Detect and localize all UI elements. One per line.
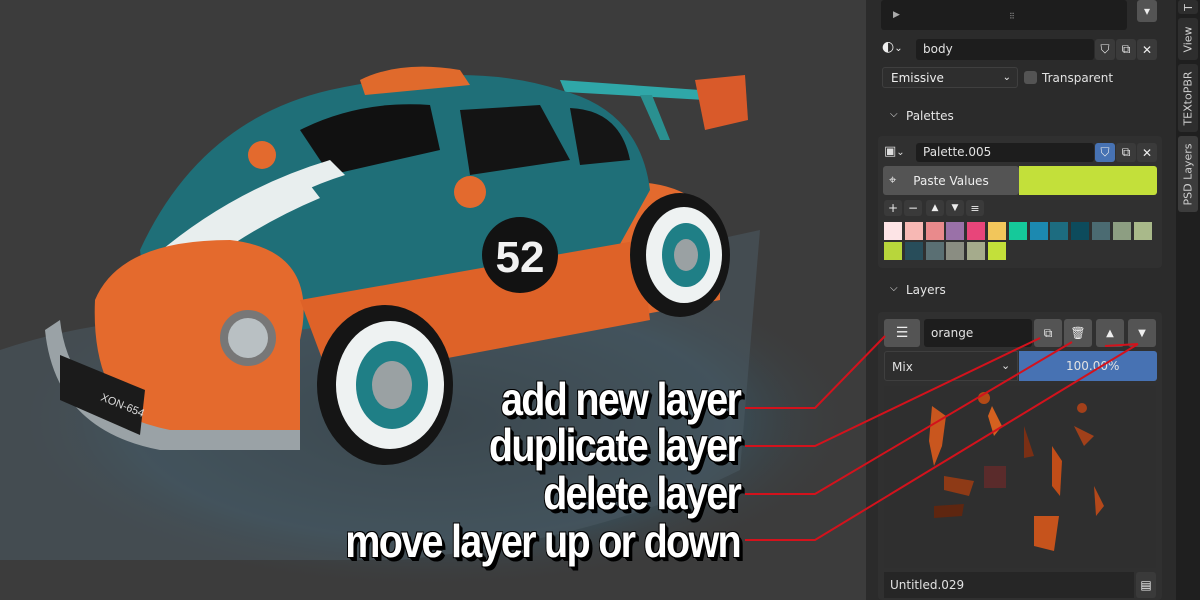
eyedropper-icon: ⌖ bbox=[889, 173, 897, 188]
chevron-down-icon: ⌄ bbox=[1001, 359, 1011, 372]
move-color-down-icon[interactable]: ▼ bbox=[946, 200, 964, 216]
transparent-label: Transparent bbox=[1042, 71, 1114, 85]
palette-swatch[interactable] bbox=[1112, 222, 1131, 240]
palette-swatch[interactable] bbox=[1050, 222, 1069, 240]
palette-swatch[interactable] bbox=[988, 222, 1006, 240]
tab-view-label: View bbox=[1181, 25, 1195, 53]
shader-type-label: Emissive bbox=[891, 70, 944, 85]
palette-swatch[interactable] bbox=[1071, 222, 1090, 240]
layers-header[interactable]: ⌵ Layers bbox=[866, 276, 1176, 304]
paste-values-button[interactable]: ⌖ Paste Values bbox=[883, 166, 1019, 195]
palettes-title: Palettes bbox=[906, 109, 954, 123]
palette-swatch[interactable] bbox=[925, 222, 944, 240]
sidebar-tab-strip: T View TEXtoPBR PSD Layers bbox=[1176, 0, 1200, 600]
palette-swatch[interactable] bbox=[904, 222, 923, 240]
duplicate-icon: ⧉ bbox=[1043, 325, 1053, 340]
transparent-checkbox[interactable] bbox=[1024, 71, 1037, 84]
unlink-palette-icon[interactable]: ✕ bbox=[1137, 143, 1157, 162]
paste-values-label: Paste Values bbox=[913, 173, 989, 188]
tab-t-label: T bbox=[1181, 3, 1195, 11]
tab-view[interactable]: View bbox=[1178, 18, 1198, 60]
delete-layer-button[interactable]: 🗑 bbox=[1064, 319, 1092, 347]
annotation-duplicate-layer: duplicate layer bbox=[488, 419, 742, 471]
add-new-layer-button[interactable]: ☰ bbox=[884, 319, 920, 347]
shader-type-dropdown[interactable]: Emissive ⌄ bbox=[882, 67, 1018, 88]
tab-psd-layers-label: PSD Layers bbox=[1181, 143, 1195, 205]
chevron-down-icon: ⌵ bbox=[890, 283, 898, 294]
image-browse-icon[interactable]: ▤ bbox=[1136, 572, 1156, 598]
palette-swatch[interactable] bbox=[988, 242, 1006, 260]
image-name-field[interactable]: Untitled.029 bbox=[884, 572, 1134, 598]
tab-textopbr-label: TEXtoPBR bbox=[1181, 70, 1195, 126]
palette-swatch[interactable] bbox=[884, 222, 902, 240]
annotation-delete-layer: delete layer bbox=[542, 467, 742, 519]
layers-stack-icon: ☰ bbox=[895, 325, 909, 341]
palette-swatch[interactable] bbox=[967, 242, 986, 260]
duplicate-layer-button[interactable]: ⧉ bbox=[1034, 319, 1062, 347]
layer-preview-image bbox=[884, 386, 1156, 568]
image-name: Untitled.029 bbox=[890, 578, 965, 592]
fake-user-shield-icon[interactable]: ⛉ bbox=[1095, 39, 1115, 60]
move-layer-down-button[interactable]: ▼ bbox=[1128, 319, 1156, 347]
active-color-swatch[interactable] bbox=[1019, 166, 1157, 195]
palette-name: Palette.005 bbox=[923, 145, 992, 159]
tab-textopbr[interactable]: TEXtoPBR bbox=[1178, 64, 1198, 132]
tab-psd-layers[interactable]: PSD Layers bbox=[1178, 136, 1198, 212]
palette-swatch[interactable] bbox=[925, 242, 944, 260]
palette-swatch[interactable] bbox=[1008, 222, 1027, 240]
duplicate-material-icon[interactable]: ⧉ bbox=[1116, 39, 1136, 60]
palette-swatch[interactable] bbox=[946, 222, 965, 240]
arrow-down-icon: ▼ bbox=[1138, 327, 1146, 339]
layers-title: Layers bbox=[906, 283, 946, 297]
move-layer-up-button[interactable]: ▲ bbox=[1096, 319, 1124, 347]
palette-swatch[interactable] bbox=[1133, 222, 1152, 240]
arrow-up-icon: ▲ bbox=[1106, 327, 1114, 339]
resize-grip-icon[interactable]: ⠿ bbox=[1009, 12, 1015, 21]
annotation-move-layer: move layer up or down bbox=[345, 515, 741, 567]
chevron-down-icon: ⌄ bbox=[1002, 72, 1011, 83]
shader-sphere-icon[interactable]: ◐⌄ bbox=[882, 39, 916, 59]
blend-mode-dropdown[interactable]: Mix ⌄ bbox=[884, 351, 1018, 381]
material-name: body bbox=[923, 42, 953, 56]
fake-user-shield-icon[interactable]: ⛉ bbox=[1095, 143, 1115, 162]
sort-colors-icon[interactable]: ≡ bbox=[966, 200, 984, 216]
texture-preview bbox=[929, 392, 1104, 551]
palette-swatch[interactable] bbox=[1092, 222, 1110, 240]
list-dropdown-button[interactable]: ▾ bbox=[1137, 0, 1157, 22]
palette-swatch[interactable] bbox=[1029, 222, 1048, 240]
palette-brush-icon[interactable]: ▣⌄ bbox=[884, 144, 916, 162]
layer-name-field[interactable]: orange bbox=[924, 319, 1032, 347]
chevron-down-icon: ⌵ bbox=[890, 109, 898, 120]
svg-text:52: 52 bbox=[496, 233, 545, 282]
palette-swatch[interactable] bbox=[904, 242, 923, 260]
move-color-up-icon[interactable]: ▲ bbox=[926, 200, 944, 216]
material-name-field[interactable]: body bbox=[916, 39, 1094, 60]
play-icon: ▶ bbox=[893, 10, 900, 20]
material-list[interactable]: ▶ ⠿ bbox=[881, 0, 1127, 30]
opacity-value: 100.00% bbox=[1066, 359, 1120, 373]
palette-swatch[interactable] bbox=[946, 242, 965, 260]
remove-color-icon[interactable]: − bbox=[904, 200, 922, 216]
tab-t[interactable]: T bbox=[1178, 0, 1198, 14]
unlink-material-icon[interactable]: ✕ bbox=[1137, 39, 1157, 60]
palettes-header[interactable]: ⌵ Palettes bbox=[866, 101, 1176, 131]
layer-opacity-slider[interactable]: 100.00% bbox=[1019, 351, 1157, 381]
layer-name: orange bbox=[931, 326, 974, 340]
blend-mode-label: Mix bbox=[892, 360, 913, 374]
palette-swatch[interactable] bbox=[967, 222, 986, 240]
trash-icon: 🗑 bbox=[1070, 326, 1086, 340]
palette-swatch[interactable] bbox=[884, 242, 902, 260]
palette-name-field[interactable]: Palette.005 bbox=[916, 143, 1094, 162]
duplicate-palette-icon[interactable]: ⧉ bbox=[1116, 143, 1136, 162]
add-color-icon[interactable]: + bbox=[884, 200, 902, 216]
